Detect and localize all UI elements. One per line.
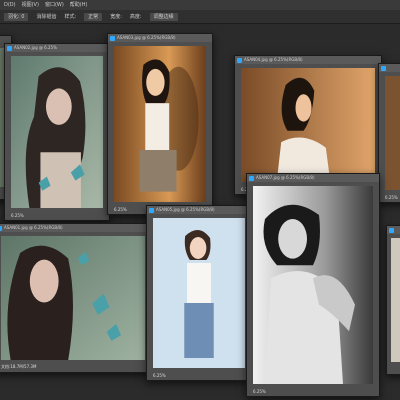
document-size-status: 文档:18.7M/57.3M: [1, 364, 37, 369]
document-title: ASAN05.jpg @ 6.25%(RGB/8): [156, 207, 215, 212]
feather-field[interactable]: 羽化: 0: [4, 13, 29, 21]
document-photo: [11, 56, 103, 208]
document-window-asan07[interactable]: ASAN07.jpg @ 6.25%(RGB/8) 6.25%: [246, 173, 380, 397]
document-tab[interactable]: ASAN05.jpg @ 6.25%(RGB/8): [147, 206, 251, 214]
document-photo: [385, 76, 400, 190]
document-tab[interactable]: ASAN02.jpg @ 6.25%: [5, 44, 109, 52]
photoshop-icon: [381, 65, 386, 71]
menu-item-window[interactable]: 窗口(W): [45, 0, 64, 10]
document-title: ASAN03.jpg @ 6.25%(RGB/8): [117, 35, 176, 40]
document-tab[interactable]: ASAN03.jpg @ 6.25%(RGB/8): [108, 34, 212, 42]
document-photo: [253, 186, 373, 384]
document-title: ASAN01.jpg @ 6.25%(RGB/8): [4, 225, 63, 230]
document-window-right-top[interactable]: 6.25%: [378, 63, 400, 203]
photoshop-icon: [149, 207, 154, 213]
photoshop-icon: [389, 227, 394, 233]
photoshop-icon: [249, 175, 254, 181]
menu-item-help[interactable]: 帮助(H): [70, 0, 88, 10]
anti-alias-checkbox[interactable]: 消除锯齿: [36, 10, 56, 23]
document-tab[interactable]: [387, 226, 400, 234]
menu-bar: D(D) 视图(V) 窗口(W) 帮助(H): [0, 0, 400, 10]
zoom-status: 6.25%: [253, 389, 266, 394]
menu-item-d[interactable]: D(D): [4, 0, 16, 10]
document-photo: [114, 46, 206, 202]
document-title: ASAN04.jpg @ 6.25%(RGB/8): [244, 57, 303, 62]
workspace-canvas: ASAN02.jpg @ 6.25% 6.25% ASAN03.jpg @ 6.…: [0, 25, 400, 400]
document-window-asan05[interactable]: ASAN05.jpg @ 6.25%(RGB/8) 6.25%: [146, 205, 252, 381]
document-tab[interactable]: ASAN01.jpg @ 6.25%(RGB/8): [0, 224, 151, 232]
zoom-status: 6.25%: [153, 373, 166, 378]
width-label: 宽度:: [110, 14, 122, 20]
photoshop-icon: [110, 35, 115, 41]
document-photo: [241, 68, 375, 182]
document-title: ASAN07.jpg @ 6.25%(RGB/8): [256, 175, 315, 180]
document-photo: [1, 236, 145, 360]
photoshop-icon: [237, 57, 242, 63]
document-window-asan02[interactable]: ASAN02.jpg @ 6.25% 6.25%: [4, 43, 110, 221]
document-window-asan01-left[interactable]: ASAN01.jpg @ 6.25%(RGB/8) 文档:18.7M/57.3M: [0, 223, 152, 373]
zoom-status: 6.25%: [385, 195, 398, 200]
options-bar: 羽化: 0 消除锯齿 样式: 正常 宽度: 高度: 调整边缘: [0, 10, 400, 24]
document-window-right-bottom[interactable]: [386, 225, 400, 375]
document-title: ASAN02.jpg @ 6.25%: [14, 45, 57, 50]
zoom-status: 6.25%: [11, 213, 24, 218]
height-label: 高度:: [129, 14, 142, 20]
document-tab[interactable]: ASAN04.jpg @ 6.25%(RGB/8): [235, 56, 381, 64]
document-tab[interactable]: [379, 64, 400, 72]
style-label: 样式:: [64, 14, 77, 20]
photoshop-icon: [0, 225, 2, 231]
document-tab[interactable]: ASAN07.jpg @ 6.25%(RGB/8): [247, 174, 379, 182]
zoom-status: 6.25%: [114, 207, 127, 212]
document-photo: [391, 238, 400, 362]
document-photo: [153, 218, 245, 368]
document-window-asan03[interactable]: ASAN03.jpg @ 6.25%(RGB/8) 6.25%: [107, 33, 213, 215]
style-select[interactable]: 正常: [84, 13, 103, 21]
menu-item-view[interactable]: 视图(V): [22, 0, 39, 10]
photoshop-icon: [7, 45, 12, 51]
refine-edge-button[interactable]: 调整边缘: [149, 13, 178, 21]
